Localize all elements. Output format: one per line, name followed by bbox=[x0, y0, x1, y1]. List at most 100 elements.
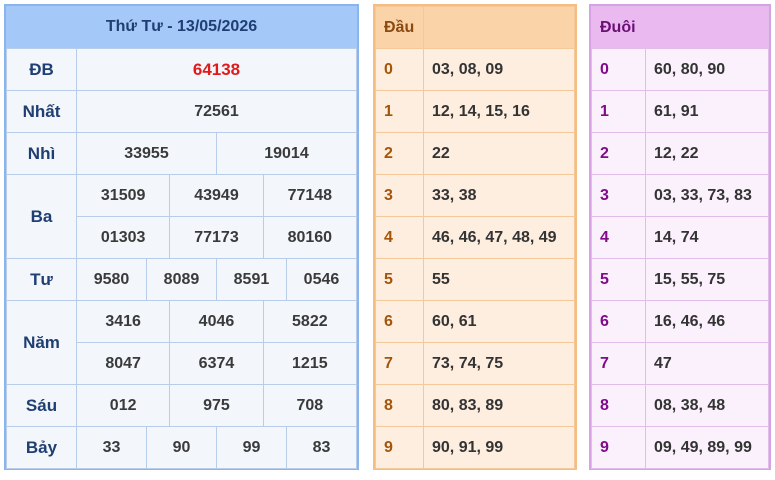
prize-value: 80160 bbox=[262, 216, 358, 259]
duoi-values: 14, 74 bbox=[645, 216, 769, 259]
dau-row: 4 46, 46, 47, 48, 49 bbox=[375, 216, 575, 259]
duoi-values: 08, 38, 48 bbox=[645, 384, 769, 427]
duoi-key: 9 bbox=[591, 426, 646, 469]
dau-header-row: Đầu bbox=[375, 6, 575, 49]
duoi-key: 6 bbox=[591, 300, 646, 343]
dau-key: 9 bbox=[375, 426, 424, 469]
duoi-row: 5 15, 55, 75 bbox=[591, 258, 769, 301]
duoi-values: 60, 80, 90 bbox=[645, 48, 769, 91]
duoi-values: 16, 46, 46 bbox=[645, 300, 769, 343]
duoi-table: Đuôi 0 60, 80, 90 1 61, 91 2 12, 22 3 03, 33… bbox=[591, 6, 769, 469]
prize-value: 8591 bbox=[215, 258, 287, 301]
duoi-header: Đuôi bbox=[591, 6, 646, 49]
duoi-values: 12, 22 bbox=[645, 132, 769, 175]
dau-header: Đầu bbox=[375, 6, 424, 49]
duoi-key: 3 bbox=[591, 174, 646, 217]
prize-value: 33 bbox=[76, 426, 147, 469]
dau-key: 3 bbox=[375, 174, 424, 217]
prize-value: 8047 bbox=[75, 342, 171, 385]
dau-table: Đầu 0 03, 08, 09 1 12, 14, 15, 16 2 22 3 33,… bbox=[375, 6, 575, 469]
prize-value: 01303 bbox=[75, 216, 171, 259]
prize-value: 4046 bbox=[169, 300, 264, 343]
dau-row: 3 33, 38 bbox=[375, 174, 575, 217]
dau-key: 5 bbox=[375, 258, 424, 301]
dau-key: 4 bbox=[375, 216, 424, 259]
duoi-key: 1 bbox=[591, 90, 646, 133]
prize-row-sau: Sáu 012 975 708 bbox=[6, 384, 358, 427]
prize-value: 3416 bbox=[75, 300, 171, 343]
prize-row-nam: Năm 3416 4046 5822 bbox=[6, 300, 358, 385]
results-title: Thứ Tư - 13/05/2026 bbox=[6, 6, 357, 48]
prize-value: 6374 bbox=[169, 342, 264, 385]
duoi-row: 9 09, 49, 89, 99 bbox=[591, 426, 769, 469]
prize-value: 99 bbox=[215, 426, 287, 469]
prize-row-tu: Tư 9580 8089 8591 0546 bbox=[6, 258, 358, 301]
prize-label: Nhì bbox=[6, 132, 77, 175]
prize-value: 9580 bbox=[76, 258, 147, 301]
duoi-row: 1 61, 91 bbox=[591, 90, 769, 133]
prize-value: 012 bbox=[75, 384, 171, 427]
prize-row-nhat: Nhất 72561 bbox=[6, 90, 357, 133]
results-panel: Thứ Tư - 13/05/2026 ĐB 64138 Nhất 72561 … bbox=[4, 4, 359, 470]
prize-value: 77173 bbox=[169, 216, 264, 259]
prize-row-ba: Ba 31509 43949 77148 bbox=[6, 174, 358, 259]
duoi-values: 47 bbox=[645, 342, 769, 385]
dau-values: 55 bbox=[423, 258, 575, 301]
prize-label: Nhất bbox=[6, 90, 77, 133]
dau-key: 8 bbox=[375, 384, 424, 427]
dau-row: 2 22 bbox=[375, 132, 575, 175]
duoi-key: 8 bbox=[591, 384, 646, 427]
prize-value: 5822 bbox=[262, 300, 358, 343]
duoi-row: 7 47 bbox=[591, 342, 769, 385]
duoi-key: 7 bbox=[591, 342, 646, 385]
duoi-values: 09, 49, 89, 99 bbox=[645, 426, 769, 469]
duoi-key: 4 bbox=[591, 216, 646, 259]
prize-value: 31509 bbox=[75, 174, 171, 217]
dau-values: 03, 08, 09 bbox=[423, 48, 575, 91]
dau-panel: Đầu 0 03, 08, 09 1 12, 14, 15, 16 2 22 3 33,… bbox=[373, 4, 577, 470]
dau-row: 9 90, 91, 99 bbox=[375, 426, 575, 469]
dau-row: 1 12, 14, 15, 16 bbox=[375, 90, 575, 133]
dau-values: 60, 61 bbox=[423, 300, 575, 343]
prize-value: 90 bbox=[145, 426, 217, 469]
duoi-panel: Đuôi 0 60, 80, 90 1 61, 91 2 12, 22 3 03, 33… bbox=[589, 4, 771, 470]
dau-row: 6 60, 61 bbox=[375, 300, 575, 343]
prize-value: 77148 bbox=[262, 174, 358, 217]
duoi-key: 2 bbox=[591, 132, 646, 175]
prize-value: 64138 bbox=[76, 48, 357, 91]
dau-values: 46, 46, 47, 48, 49 bbox=[423, 216, 575, 259]
dau-key: 2 bbox=[375, 132, 424, 175]
dau-row: 7 73, 74, 75 bbox=[375, 342, 575, 385]
dau-header-blank bbox=[423, 6, 575, 49]
prize-row-db: ĐB 64138 bbox=[6, 48, 357, 91]
prize-label: Ba bbox=[6, 174, 77, 259]
dau-row: 5 55 bbox=[375, 258, 575, 301]
prize-value: 33955 bbox=[76, 132, 217, 175]
duoi-row: 2 12, 22 bbox=[591, 132, 769, 175]
dau-values: 33, 38 bbox=[423, 174, 575, 217]
prize-value: 0546 bbox=[285, 258, 358, 301]
duoi-values: 15, 55, 75 bbox=[645, 258, 769, 301]
prize-value: 8089 bbox=[145, 258, 217, 301]
dau-key: 1 bbox=[375, 90, 424, 133]
dau-values: 73, 74, 75 bbox=[423, 342, 575, 385]
dau-key: 6 bbox=[375, 300, 424, 343]
duoi-header-row: Đuôi bbox=[591, 6, 769, 49]
dau-values: 90, 91, 99 bbox=[423, 426, 575, 469]
prize-label: Năm bbox=[6, 300, 77, 385]
dau-values: 80, 83, 89 bbox=[423, 384, 575, 427]
prize-label: Sáu bbox=[6, 384, 77, 427]
prize-value: 975 bbox=[169, 384, 264, 427]
dau-row: 0 03, 08, 09 bbox=[375, 48, 575, 91]
prize-row-nhi: Nhì 33955 19014 bbox=[6, 132, 358, 175]
prize-label: Bảy bbox=[6, 426, 77, 469]
dau-key: 0 bbox=[375, 48, 424, 91]
prize-value: 83 bbox=[285, 426, 358, 469]
prize-value: 43949 bbox=[169, 174, 264, 217]
duoi-key: 0 bbox=[591, 48, 646, 91]
dau-row: 8 80, 83, 89 bbox=[375, 384, 575, 427]
duoi-row: 0 60, 80, 90 bbox=[591, 48, 769, 91]
results-table: ĐB 64138 Nhất 72561 Nhì 33955 19014 Ba 3… bbox=[6, 48, 358, 469]
prize-value: 72561 bbox=[76, 90, 357, 133]
duoi-values: 61, 91 bbox=[645, 90, 769, 133]
